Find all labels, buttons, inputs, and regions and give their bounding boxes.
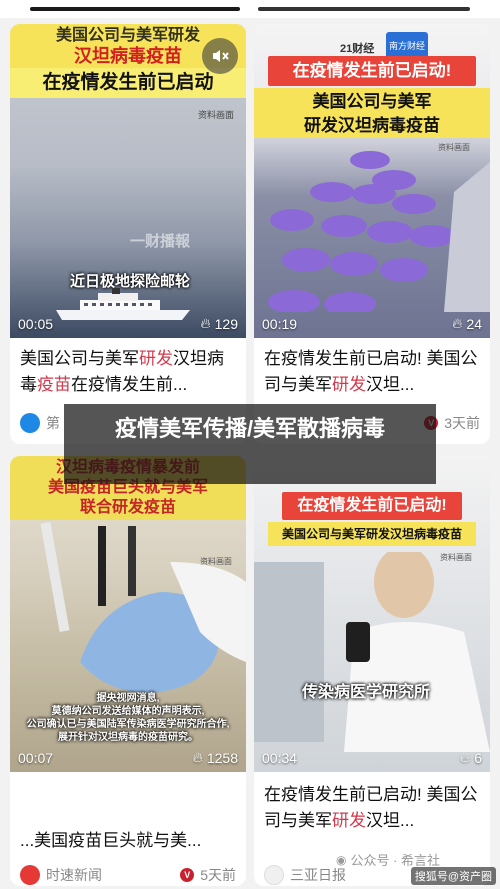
article-title-overlay: 疫情美军传播/美军散播病毒 <box>64 404 436 484</box>
verified-badge-icon: V <box>180 868 195 882</box>
flame-icon: 🔥︎ <box>452 315 463 331</box>
thumbnail-banner: 美国公司与美军研发汉坦病毒疫苗 <box>268 522 476 546</box>
likes: 🔥︎ 6 <box>460 749 482 766</box>
video-thumbnail[interactable]: 在疫情发生前已启动! 美国公司与美军研发汉坦病毒疫苗 资料画面 传染病医学研究所… <box>254 456 490 772</box>
lab-scientist-image <box>254 546 490 752</box>
publish-time: 3天前 <box>444 415 480 431</box>
source-row[interactable]: 时速新闻 V 5天前 <box>20 864 236 886</box>
like-count: 6 <box>474 749 482 766</box>
source-logo <box>264 865 284 885</box>
video-thumbnail[interactable]: 汉坦病毒疫情暴发前 美国疫苗巨头就与美军 联合研发疫苗 资料画面 据央视网消息,… <box>10 456 246 772</box>
thumbnail-banner-red: 在疫情发生前已启动! <box>282 492 462 520</box>
wechat-icon: ◉ <box>335 852 347 867</box>
card-title[interactable]: 在疫情发生前已启动! 美国公司与美军研发汉坦... <box>264 782 480 834</box>
duration: 00:07 <box>18 749 54 766</box>
likes: 🔥︎ 24 <box>452 315 482 332</box>
title-text: 美国公司与美军 <box>20 349 139 368</box>
title-highlight: 研发 <box>332 811 366 830</box>
source-name: 时速新闻 <box>46 867 102 883</box>
thumbnail-banner-red: 在疫情发生前已启动! <box>268 56 476 86</box>
title-highlight: 研发 <box>332 375 366 394</box>
source-logo <box>20 865 40 885</box>
scroll-indicator <box>30 7 240 11</box>
video-card[interactable]: 21财经 南方财经 在疫情发生前已启动! 美国公司与美军 研发汉坦病毒疫苗 资料… <box>254 24 490 444</box>
mute-icon[interactable] <box>202 38 238 74</box>
card-title[interactable]: 美国公司与美军研发汉坦病毒疫苗在疫情发生前... <box>20 346 236 398</box>
likes: 🔥︎ 129 <box>200 315 238 332</box>
video-card[interactable]: 美国公司与美军研发 汉坦病毒疫苗 在疫情发生前已启动 资料画面 一财播報 近日极… <box>10 24 246 444</box>
video-thumbnail[interactable]: 21财经 南方财经 在疫情发生前已启动! 美国公司与美军 研发汉坦病毒疫苗 资料… <box>254 24 490 338</box>
duration: 00:19 <box>262 315 298 332</box>
lab-caption: 传染病医学研究所 <box>302 684 431 701</box>
like-count: 129 <box>214 315 238 332</box>
lab-glove-image <box>10 521 246 702</box>
faint-caption: 一财播報 <box>130 233 191 250</box>
duration: 00:34 <box>262 749 298 766</box>
source-tag: 资料画面 <box>197 110 234 120</box>
like-count: 24 <box>466 315 482 332</box>
channel-logo: 21财经 <box>340 43 375 55</box>
thumbnail-banner-red: 在疫情发生前已启动 <box>10 68 246 98</box>
title-text: 汉坦... <box>366 811 415 830</box>
video-card[interactable]: 汉坦病毒疫情暴发前 美国疫苗巨头就与美军 联合研发疫苗 资料画面 据央视网消息,… <box>10 456 246 886</box>
thumbnail-meta: 00:19 🔥︎ 24 <box>262 315 482 332</box>
title-text: 在疫情发生前... <box>71 375 188 394</box>
flame-icon: 🔥︎ <box>200 315 211 331</box>
vials-image <box>254 132 490 316</box>
like-count: 1258 <box>206 749 238 766</box>
card-title[interactable]: ...美国疫苗巨头就与美... <box>20 828 236 854</box>
card-title[interactable]: 在疫情发生前已启动! 美国公司与美军研发汉坦... <box>264 346 480 398</box>
thumbnail-meta: 00:07 🔥︎ 1258 <box>18 749 238 766</box>
duration: 00:05 <box>18 315 54 332</box>
top-edge <box>0 0 500 18</box>
news-caption: 据央视网消息, 莫德纳公司发送给媒体的声明表示, 公司确认已与美国陆军传染病医学… <box>26 693 230 743</box>
thumbnail-meta: 00:34 🔥︎ 6 <box>262 749 482 766</box>
publish-time: 5天前 <box>200 867 236 883</box>
likes: 🔥︎ 1258 <box>193 749 238 766</box>
title-highlight: 研发 <box>139 349 173 368</box>
watermark: 搜狐号@资产圈 <box>410 867 496 885</box>
title-highlight: 疫苗 <box>37 375 71 394</box>
flame-icon: 🔥︎ <box>192 749 203 765</box>
source-logo <box>20 413 40 433</box>
scroll-indicator <box>258 7 470 11</box>
title-text: 汉坦... <box>366 375 415 394</box>
thumbnail-meta: 00:05 🔥︎ 129 <box>18 315 238 332</box>
video-card[interactable]: 在疫情发生前已启动! 美国公司与美军研发汉坦病毒疫苗 资料画面 传染病医学研究所… <box>254 456 490 886</box>
flame-icon: 🔥︎ <box>459 749 471 765</box>
video-thumbnail[interactable]: 美国公司与美军研发 汉坦病毒疫苗 在疫情发生前已启动 资料画面 一财播報 近日极… <box>10 24 246 338</box>
thumbnail-banner: 美国公司与美军 研发汉坦病毒疫苗 <box>254 88 490 138</box>
